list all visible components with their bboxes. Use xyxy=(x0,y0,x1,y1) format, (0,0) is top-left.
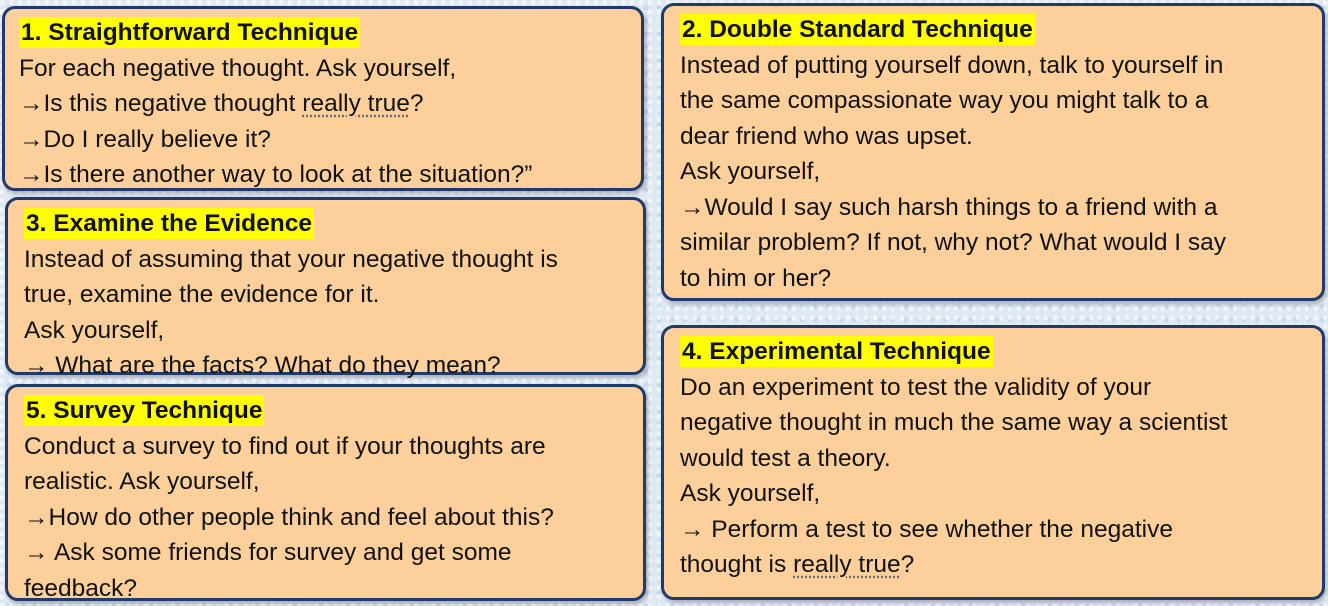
card-text-line: dear friend who was upset. xyxy=(680,119,1310,155)
card-text-line: realistic. Ask yourself, xyxy=(24,464,631,500)
card-text-line: similar problem? If not, why not? What w… xyxy=(680,225,1310,261)
card-text-line: Conduct a survey to find out if your tho… xyxy=(24,429,631,465)
card-title: 4. Experimental Technique xyxy=(680,336,993,367)
card-text-line: Ask yourself, xyxy=(680,154,1310,190)
card-text-line: to him or her? xyxy=(680,261,1310,297)
card-title: 1. Straightforward Technique xyxy=(19,17,360,48)
card-double-standard-technique: 2. Double Standard Technique Instead of … xyxy=(661,3,1325,301)
card-text-line: Instead of putting yourself down, talk t… xyxy=(680,48,1310,84)
card-text-line: → Perform a test to see whether the nega… xyxy=(680,512,1310,548)
card-text-line: For each negative thought. Ask yourself, xyxy=(19,51,629,87)
card-text-line: feedback? xyxy=(24,571,631,606)
card-text-line: the same compassionate way you might tal… xyxy=(680,83,1310,119)
card-text-line: →Would I say such harsh things to a frie… xyxy=(680,190,1310,226)
underlined-text: really true xyxy=(793,551,901,578)
text-segment: →Is this negative thought xyxy=(19,90,302,117)
card-text-line: thought is really true? xyxy=(680,547,1310,583)
card-survey-technique: 5. Survey Technique Conduct a survey to … xyxy=(5,384,646,601)
text-segment: ? xyxy=(410,90,424,117)
card-text-line: →Is this negative thought really true? xyxy=(19,86,629,122)
card-text-line: Instead of assuming that your negative t… xyxy=(24,242,631,278)
card-text-line: Ask yourself, xyxy=(680,476,1310,512)
card-text-line: →Do I really believe it? xyxy=(19,122,629,158)
card-title: 5. Survey Technique xyxy=(24,395,264,426)
card-text-line: → Ask some friends for survey and get so… xyxy=(24,535,631,571)
card-straightforward-technique: 1. Straightforward Technique For each ne… xyxy=(2,6,644,191)
card-text-line: Ask yourself, xyxy=(24,313,631,349)
card-text-line: →How do other people think and feel abou… xyxy=(24,500,631,536)
card-text-line: negative thought in much the same way a … xyxy=(680,405,1310,441)
text-segment: thought is xyxy=(680,551,793,578)
card-examine-evidence: 3. Examine the Evidence Instead of assum… xyxy=(5,197,646,375)
card-text-line: would test a theory. xyxy=(680,441,1310,477)
card-text-line: Do an experiment to test the validity of… xyxy=(680,370,1310,406)
card-text-line: → What are the facts? What do they mean? xyxy=(24,348,631,384)
card-text-line: →Is there another way to look at the sit… xyxy=(19,157,629,193)
card-title: 2. Double Standard Technique xyxy=(680,14,1035,45)
card-experimental-technique: 4. Experimental Technique Do an experime… xyxy=(661,325,1325,600)
text-segment: ? xyxy=(901,551,915,578)
card-title: 3. Examine the Evidence xyxy=(24,208,314,239)
card-text-line: true, examine the evidence for it. xyxy=(24,277,631,313)
underlined-text: really true xyxy=(302,90,410,117)
